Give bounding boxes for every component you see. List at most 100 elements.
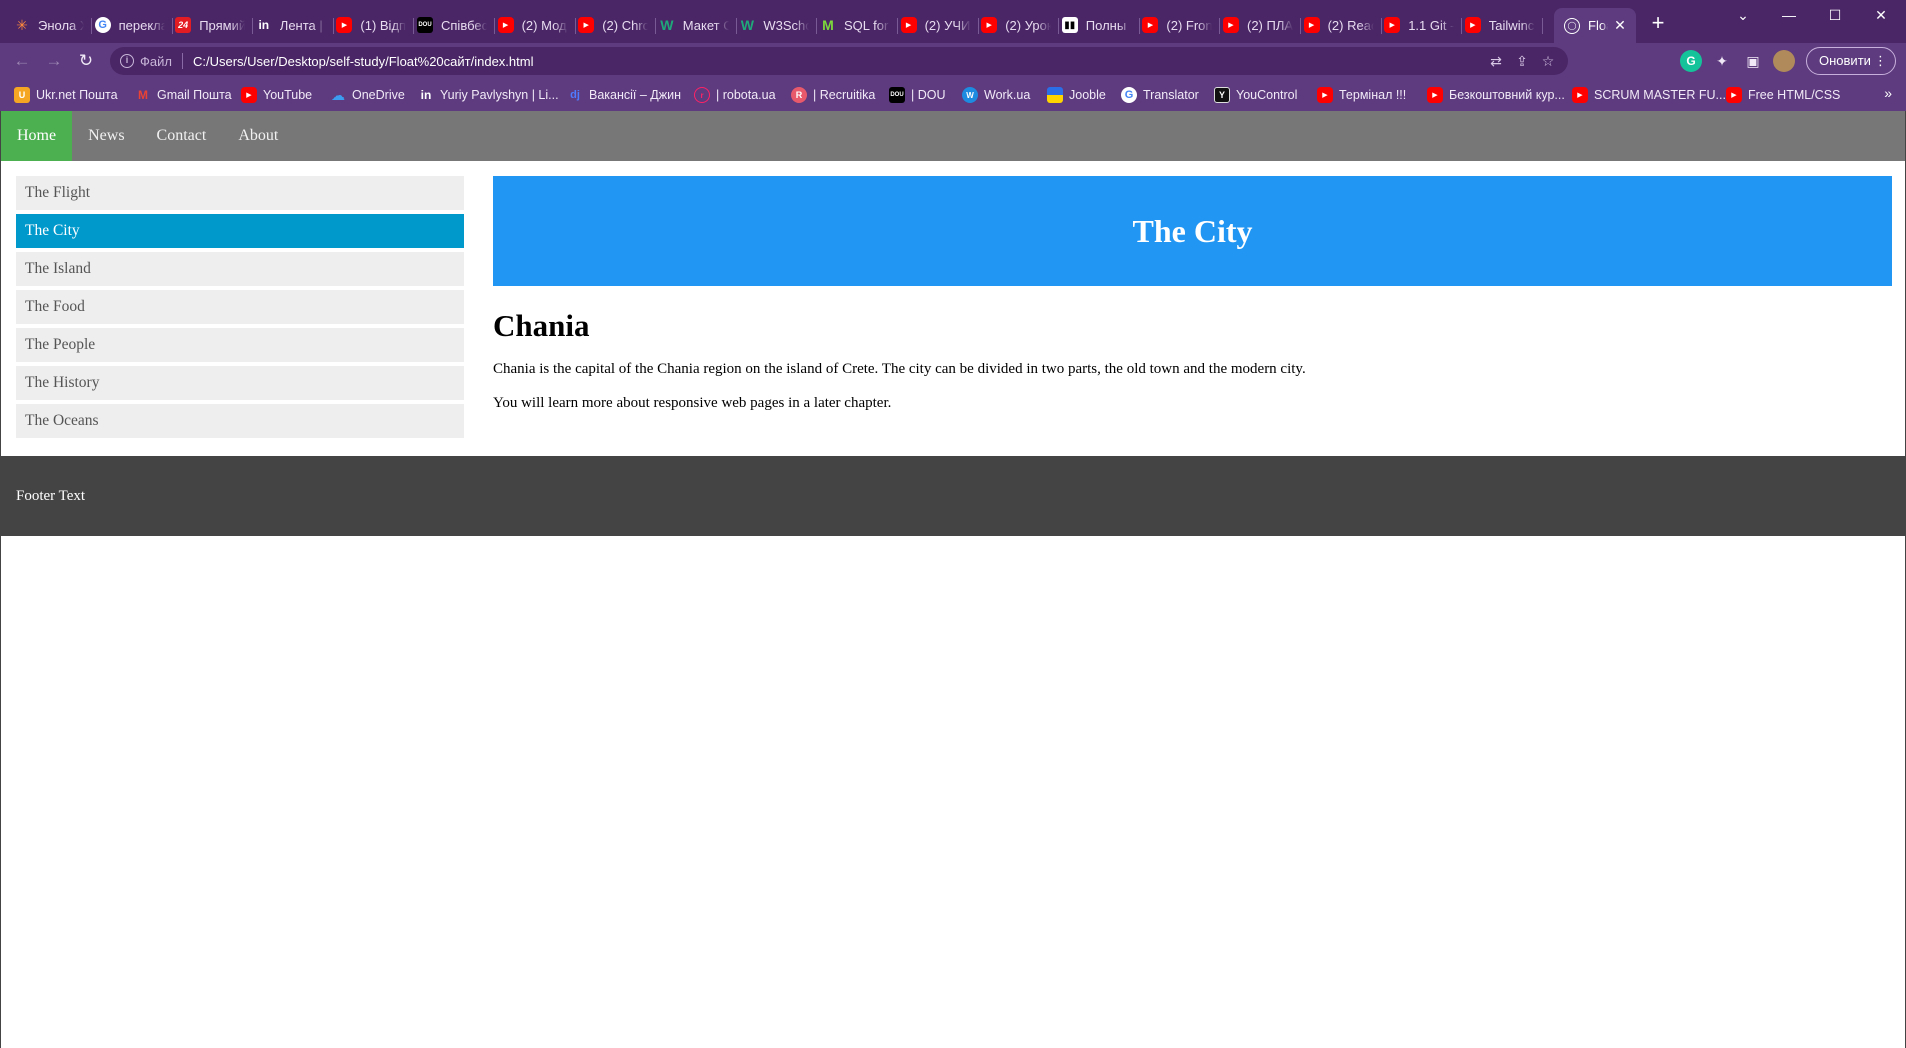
grammarly-icon[interactable]: G [1680, 50, 1702, 72]
bookmark-item[interactable]: R | Recruitika [791, 85, 875, 105]
tab[interactable]: ✳ Энола Х [14, 10, 92, 40]
youtube-icon [1464, 17, 1481, 33]
24-news-icon: 24 [175, 17, 192, 33]
dou-icon: DOU [889, 87, 905, 103]
bookmark-label: Work.ua [984, 88, 1031, 102]
m-icon: M [822, 17, 834, 33]
tab[interactable]: (2) Reac [1303, 10, 1382, 40]
bookmark-item[interactable]: Jooble [1047, 85, 1106, 105]
ukrnet-icon: U [14, 87, 30, 103]
tab[interactable]: (2) ПЛА [1223, 10, 1301, 40]
chevron-down-icon[interactable]: ⌄ [1720, 0, 1766, 30]
workua-icon: W [962, 87, 978, 103]
tab[interactable]: (2) Fron [1142, 10, 1221, 40]
bookmark-item[interactable]: M Gmail Пошта [135, 85, 232, 105]
bookmark-item[interactable]: G Translator [1121, 85, 1199, 105]
bookmark-item[interactable]: r | robota.ua [694, 85, 776, 105]
tab-title: (1) Відп [360, 17, 407, 33]
sidebar-item-flight[interactable]: The Flight [16, 176, 464, 210]
top-navigation: Home News Contact About [1, 111, 1905, 161]
tab-separator [91, 18, 92, 34]
tab-separator [574, 18, 576, 34]
bookmark-label: Jooble [1069, 88, 1106, 102]
tab-title: 1.1 Git - [1408, 17, 1455, 33]
tab[interactable]: (1) Відп [336, 10, 415, 40]
sidebar-item-oceans[interactable]: The Oceans [16, 404, 464, 438]
bookmark-item[interactable]: in Yuriy Pavlyshyn | Li... [418, 85, 559, 105]
bookmark-item[interactable]: ☁ OneDrive [330, 85, 405, 105]
tab[interactable]: (2) Мод [497, 10, 576, 40]
tab-separator [897, 18, 898, 34]
address-bar[interactable]: i Файл C:/Users/User/Desktop/self-study/… [110, 47, 1568, 75]
nav-news[interactable]: News [72, 111, 140, 161]
bookmark-item[interactable]: Free HTML/CSS [1726, 85, 1840, 105]
tab-separator [977, 18, 979, 34]
maximize-button[interactable]: ☐ [1812, 0, 1858, 30]
tab[interactable]: DOU Співбес [417, 10, 495, 40]
minimize-button[interactable]: — [1766, 0, 1812, 30]
tab[interactable]: 24 Прямий [175, 10, 254, 40]
bookmark-item[interactable]: Термінал !!! [1317, 85, 1406, 105]
tab[interactable]: ▮▮ Полны [1061, 10, 1140, 40]
tab[interactable]: Gперекла [94, 10, 173, 40]
bookmark-item[interactable]: W Work.ua [962, 85, 1030, 105]
tab[interactable]: Tailwinc [1464, 10, 1543, 40]
bookmark-item[interactable]: U Ukr.net Пошта [14, 85, 118, 105]
sidebar-item-history[interactable]: The History [16, 366, 464, 400]
tab-title: Макет С [682, 17, 729, 33]
tab[interactable]: 1.1 Git - [1384, 10, 1463, 40]
back-button[interactable]: ← [10, 49, 34, 73]
tab-active[interactable]: ◯ Float ✕ [1554, 8, 1636, 43]
info-icon[interactable]: i [120, 54, 134, 68]
reload-button[interactable]: ↻ [74, 49, 98, 73]
bookmark-label: | DOU [911, 88, 946, 102]
bookmark-item[interactable]: Безкоштовний кур... [1427, 85, 1565, 105]
update-button[interactable]: Оновити ⋮ [1806, 47, 1896, 75]
youtube-icon [1223, 17, 1239, 33]
tab[interactable]: (2) Chro [578, 10, 657, 40]
tab[interactable]: M SQL for [820, 10, 898, 40]
tab[interactable]: W W3Scho [739, 10, 818, 40]
paragraph: You will learn more about responsive web… [493, 395, 892, 411]
new-tab-button[interactable]: + [1646, 12, 1670, 36]
sidebar-item-city[interactable]: The City [16, 214, 464, 248]
bookmark-item[interactable]: DOU | DOU [889, 85, 946, 105]
update-label: Оновити [1819, 53, 1871, 68]
url-text[interactable]: C:/Users/User/Desktop/self-study/Float%2… [193, 54, 534, 69]
tab[interactable]: (2) Урок [981, 10, 1060, 40]
bookmarks-overflow-button[interactable]: » [1884, 85, 1892, 101]
star-icon[interactable]: ☆ [1538, 51, 1558, 71]
nav-contact[interactable]: Contact [141, 111, 223, 161]
sidebar-item-people[interactable]: The People [16, 328, 464, 362]
bookmark-item[interactable]: dj Вакансії – Джин [567, 85, 681, 105]
avatar[interactable] [1773, 50, 1795, 72]
gmail-icon: M [138, 88, 148, 102]
sidebar-item-island[interactable]: The Island [16, 252, 464, 286]
content-area: The Flight The City The Island The Food … [1, 161, 1905, 456]
tab-separator [413, 18, 415, 34]
tab[interactable]: W Макет С [659, 10, 737, 40]
close-icon[interactable]: ✕ [1612, 17, 1628, 34]
translate-icon[interactable]: ⇄ [1486, 51, 1506, 71]
bookmark-item[interactable]: YouTube [241, 85, 312, 105]
menu-icon[interactable]: ⋮ [1874, 48, 1887, 74]
extensions-icon[interactable]: ✦ [1711, 50, 1733, 72]
paragraph: Chania is the capital of the Chania regi… [493, 361, 1306, 377]
side-panel-icon[interactable]: ▣ [1742, 50, 1764, 72]
tab[interactable]: (2) УЧИ [900, 10, 979, 40]
share-icon[interactable]: ⇪ [1512, 51, 1532, 71]
bookmark-item[interactable]: Y YouControl [1214, 85, 1297, 105]
tab-title: Float [1588, 18, 1608, 33]
tab-separator [1541, 18, 1543, 34]
close-window-button[interactable]: ✕ [1858, 0, 1904, 30]
bookmark-item[interactable]: SCRUM MASTER FU... [1572, 85, 1726, 105]
browser-toolbar: ← → ↻ i Файл C:/Users/User/Desktop/self-… [0, 43, 1906, 79]
page-banner: The City [493, 176, 1892, 286]
forward-button[interactable]: → [42, 49, 66, 73]
nav-about[interactable]: About [222, 111, 294, 161]
sidebar-item-food[interactable]: The Food [16, 290, 464, 324]
tab[interactable]: in Лента | [256, 10, 334, 40]
nav-home[interactable]: Home [1, 111, 73, 161]
tab-title: перекла [118, 17, 165, 33]
tab-separator [1380, 18, 1382, 34]
